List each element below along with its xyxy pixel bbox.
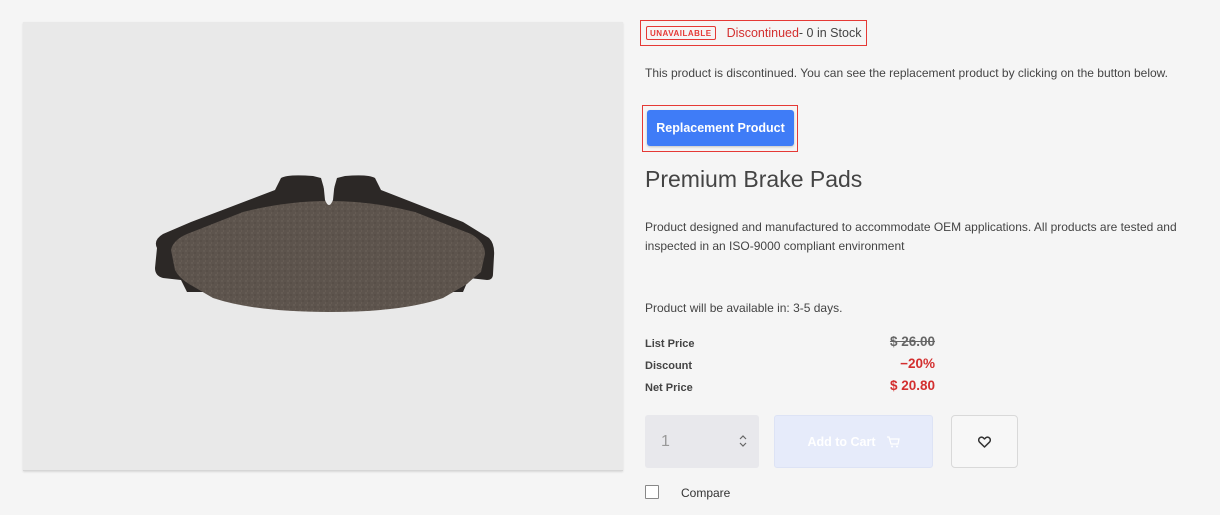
list-price-value: $ 26.00 — [889, 334, 935, 349]
add-to-cart-label: Add to Cart — [807, 434, 876, 449]
net-price-row: Net Price $ 20.80 — [645, 378, 935, 398]
product-image[interactable] — [23, 22, 623, 471]
net-price-value: $ 20.80 — [889, 378, 935, 393]
replacement-highlight: Replacement Product — [642, 105, 798, 152]
discontinued-label: Discontinued — [726, 26, 799, 40]
cart-icon — [886, 435, 900, 448]
availability-text: Product will be available in: 3-5 days. — [645, 301, 843, 315]
wishlist-button[interactable] — [951, 415, 1018, 468]
product-description: Product designed and manufactured to acc… — [645, 220, 1177, 253]
compare-checkbox[interactable] — [645, 485, 659, 499]
brake-pad-image — [155, 172, 495, 312]
discount-value: −20% — [900, 356, 935, 371]
compare-label[interactable]: Compare — [681, 486, 730, 500]
stock-status: UNAVAILABLE Discontinued - 0 in Stock — [640, 20, 867, 46]
discount-label: Discount — [645, 360, 693, 372]
discount-row: Discount −20% — [645, 356, 935, 376]
quantity-stepper[interactable]: 1 — [645, 415, 759, 468]
stepper-arrows-icon[interactable] — [739, 434, 747, 448]
quantity-value[interactable]: 1 — [661, 433, 670, 451]
heart-icon — [978, 435, 991, 448]
add-to-cart-button[interactable]: Add to Cart — [774, 415, 933, 468]
stock-count: - 0 in Stock — [798, 26, 862, 40]
discontinued-message: This product is discontinued. You can se… — [645, 66, 1168, 80]
net-price-label: Net Price — [645, 382, 693, 394]
replacement-product-button[interactable]: Replacement Product — [647, 110, 794, 146]
product-title: Premium Brake Pads — [645, 166, 863, 192]
unavailable-badge: UNAVAILABLE — [646, 26, 716, 40]
list-price-label: List Price — [645, 338, 695, 350]
list-price-row: List Price $ 26.00 — [645, 334, 935, 354]
